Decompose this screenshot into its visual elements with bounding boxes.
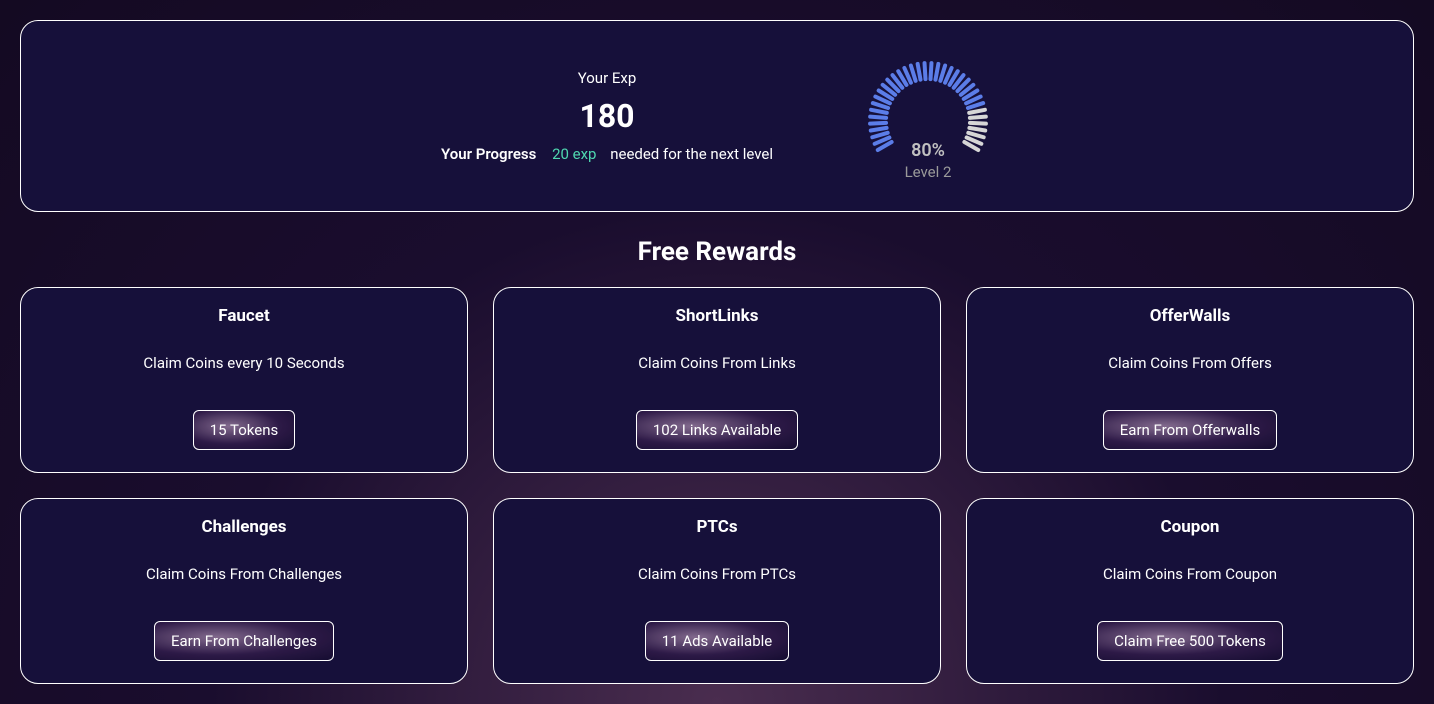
exp-needed-amount: 20 exp	[552, 145, 596, 163]
progress-wrap: Your Exp 180 Your Progress 20 exp needed…	[441, 51, 993, 181]
reward-card-coupon: Coupon Claim Coins From Coupon Claim Fre…	[966, 498, 1414, 684]
gauge-level: Level 2	[905, 163, 952, 181]
section-title: Free Rewards	[20, 237, 1414, 267]
reward-card-faucet: Faucet Claim Coins every 10 Seconds 15 T…	[20, 287, 468, 473]
rewards-grid: Faucet Claim Coins every 10 Seconds 15 T…	[20, 287, 1414, 684]
shortlinks-button[interactable]: 102 Links Available	[636, 410, 798, 450]
card-desc: Claim Coins From Offers	[1108, 354, 1272, 372]
reward-card-offerwalls: OfferWalls Claim Coins From Offers Earn …	[966, 287, 1414, 473]
card-desc: Claim Coins From PTCs	[638, 565, 796, 583]
reward-card-shortlinks: ShortLinks Claim Coins From Links 102 Li…	[493, 287, 941, 473]
exp-needed-text: needed for the next level	[610, 145, 773, 163]
gauge-percent: 80%	[911, 140, 945, 161]
progress-gauge: 80% Level 2	[863, 51, 993, 181]
offerwalls-button[interactable]: Earn From Offerwalls	[1103, 410, 1277, 450]
progress-label: Your Progress	[441, 145, 536, 163]
gauge-icon	[863, 51, 993, 181]
card-title: PTCs	[696, 517, 737, 537]
coupon-button[interactable]: Claim Free 500 Tokens	[1097, 621, 1283, 661]
card-title: Coupon	[1161, 517, 1220, 537]
reward-card-ptcs: PTCs Claim Coins From PTCs 11 Ads Availa…	[493, 498, 941, 684]
card-desc: Claim Coins From Challenges	[146, 565, 342, 583]
challenges-button[interactable]: Earn From Challenges	[154, 621, 334, 661]
exp-needed: Your Progress 20 exp needed for the next…	[441, 145, 773, 163]
reward-card-challenges: Challenges Claim Coins From Challenges E…	[20, 498, 468, 684]
progress-card: Your Exp 180 Your Progress 20 exp needed…	[20, 20, 1414, 212]
progress-info: Your Exp 180 Your Progress 20 exp needed…	[441, 69, 773, 163]
card-desc: Claim Coins every 10 Seconds	[143, 354, 344, 372]
exp-label: Your Exp	[441, 69, 773, 87]
exp-value: 180	[441, 97, 773, 135]
card-title: OfferWalls	[1150, 306, 1231, 326]
faucet-button[interactable]: 15 Tokens	[193, 410, 296, 450]
card-title: Faucet	[218, 306, 269, 326]
ptcs-button[interactable]: 11 Ads Available	[645, 621, 790, 661]
card-desc: Claim Coins From Coupon	[1103, 565, 1277, 583]
card-title: ShortLinks	[675, 306, 758, 326]
card-desc: Claim Coins From Links	[638, 354, 796, 372]
card-title: Challenges	[201, 517, 286, 537]
